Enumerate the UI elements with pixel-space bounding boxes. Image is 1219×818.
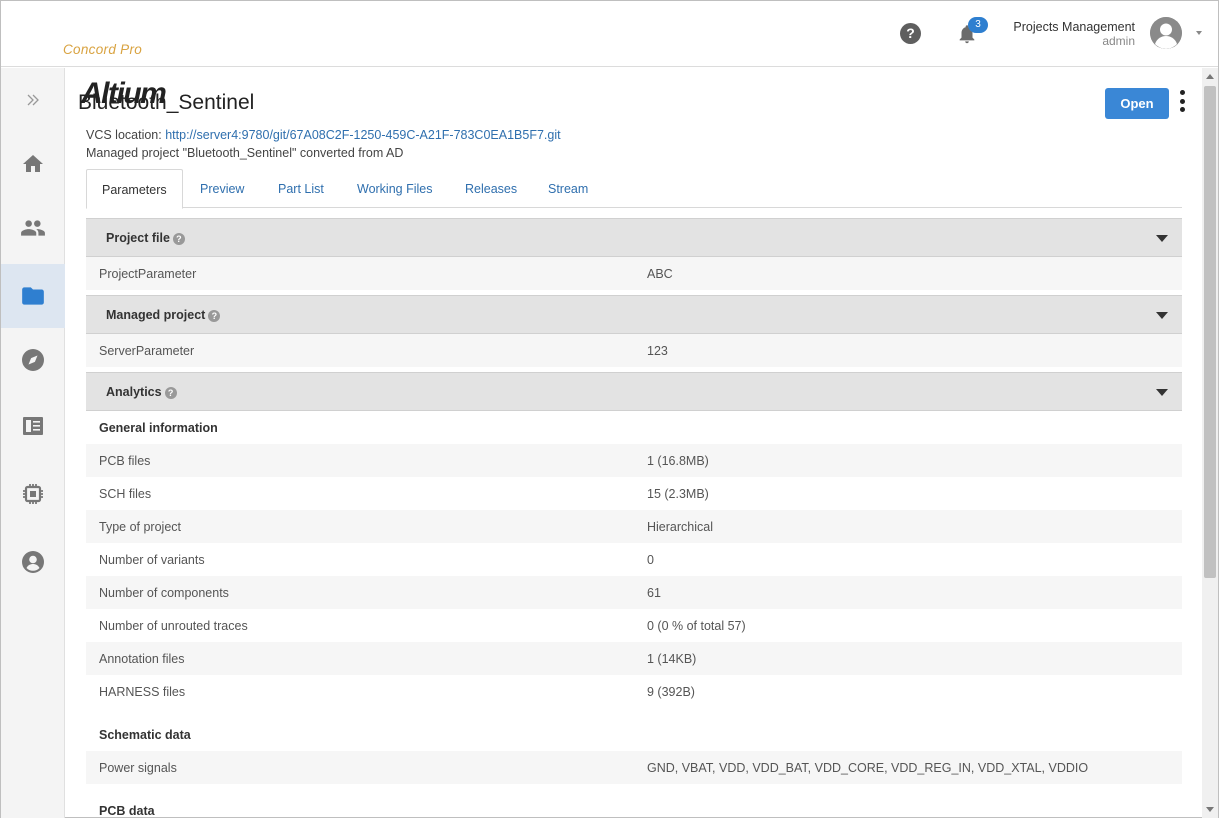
- user-menu[interactable]: Projects Management admin: [1013, 20, 1135, 48]
- table-row: PCB files 1 (16.8MB): [86, 444, 1182, 477]
- book-icon: [23, 417, 43, 435]
- users-icon: [21, 220, 45, 236]
- subsection-title-schematic: Schematic data: [99, 728, 191, 742]
- help-icon[interactable]: ?: [164, 387, 177, 399]
- param-key: Type of project: [99, 520, 181, 534]
- user-role: admin: [1102, 34, 1135, 48]
- project-tabs: Parameters Preview Part List Working Fil…: [86, 169, 1182, 209]
- param-key: PCB files: [99, 454, 151, 468]
- sidebar-item-projects[interactable]: [1, 264, 65, 328]
- scroll-up-arrow-icon[interactable]: [1206, 74, 1214, 79]
- vcs-label: VCS location:: [86, 128, 162, 142]
- table-row: Type of project Hierarchical: [86, 510, 1182, 543]
- section-title: Analytics: [106, 385, 162, 399]
- tab-preview[interactable]: Preview: [185, 169, 259, 208]
- param-value: 123: [647, 344, 668, 358]
- collapse-caret-icon[interactable]: [1156, 312, 1168, 319]
- main-content: Bluetooth_Sentinel Open VCS location: ht…: [66, 68, 1202, 818]
- sidebar-item-home[interactable]: [1, 132, 65, 196]
- folder-icon: [22, 287, 44, 305]
- user-menu-caret-icon[interactable]: [1196, 31, 1202, 35]
- param-value: 1 (16.8MB): [647, 454, 709, 468]
- sidebar: [1, 68, 65, 818]
- logo-sub-text: Concord Pro: [63, 42, 143, 57]
- param-key: ProjectParameter: [99, 267, 197, 281]
- notification-count-badge: 3: [968, 17, 988, 33]
- section-header-analytics[interactable]: Analytics?: [86, 372, 1182, 411]
- sidebar-item-users[interactable]: [1, 196, 65, 260]
- collapse-caret-icon[interactable]: [1156, 389, 1168, 396]
- table-row: SCH files 15 (2.3MB): [86, 477, 1182, 510]
- table-row: HARNESS files 9 (392B): [86, 675, 1182, 708]
- param-value: GND, VBAT, VDD, VDD_BAT, VDD_CORE, VDD_R…: [647, 761, 1089, 775]
- page-title: Bluetooth_Sentinel: [78, 91, 255, 114]
- sidebar-item-library[interactable]: [1, 394, 65, 458]
- param-value: 0: [647, 553, 654, 567]
- param-value: ABC: [647, 267, 673, 281]
- sidebar-item-components[interactable]: [1, 462, 65, 526]
- more-options-kebab-icon[interactable]: [1178, 90, 1186, 118]
- question-circle-icon[interactable]: ?: [900, 23, 921, 44]
- scroll-down-arrow-icon[interactable]: [1206, 807, 1214, 812]
- param-value: Hierarchical: [647, 520, 713, 534]
- table-row: Number of variants 0: [86, 543, 1182, 576]
- table-row: ProjectParameter ABC: [86, 257, 1182, 290]
- user-name: Projects Management: [1013, 20, 1135, 34]
- open-button[interactable]: Open: [1105, 88, 1169, 119]
- user-circle-icon: [22, 551, 44, 573]
- user-avatar-icon[interactable]: [1150, 17, 1182, 49]
- parameters-panel: Project file? ProjectParameter ABC Manag…: [86, 218, 1182, 818]
- project-note: Managed project "Bluetooth_Sentinel" con…: [86, 146, 404, 160]
- table-row: ServerParameter 123: [86, 334, 1182, 367]
- param-key: Number of components: [99, 586, 229, 600]
- tab-working-files[interactable]: Working Files: [342, 169, 447, 208]
- tab-part-list[interactable]: Part List: [263, 169, 339, 208]
- param-key: HARNESS files: [99, 685, 186, 699]
- vertical-scrollbar[interactable]: [1202, 68, 1218, 818]
- chip-icon: [23, 484, 43, 504]
- param-value: 0 (0 % of total 57): [647, 619, 746, 633]
- tab-parameters[interactable]: Parameters: [86, 169, 183, 209]
- param-value: 61: [647, 586, 661, 600]
- vcs-location: VCS location: http://server4:9780/git/67…: [86, 128, 561, 142]
- param-key: ServerParameter: [99, 344, 195, 358]
- param-key: Annotation files: [99, 652, 185, 666]
- help-icon[interactable]: ?: [172, 233, 185, 245]
- param-key: Number of variants: [99, 553, 205, 567]
- subsection-title-general: General information: [99, 421, 218, 435]
- param-value: 1 (14KB): [647, 652, 697, 666]
- section-title: Managed project: [106, 308, 206, 322]
- param-key: Number of unrouted traces: [99, 619, 248, 633]
- subsection-title-pcb: PCB data: [99, 804, 155, 818]
- sidebar-expand-button[interactable]: [1, 68, 65, 132]
- section-header-managed-project[interactable]: Managed project?: [86, 295, 1182, 334]
- tab-releases[interactable]: Releases: [450, 169, 532, 208]
- app-header: Altium Concord Pro ? 3 Projects Manageme…: [1, 1, 1218, 110]
- section-header-project-file[interactable]: Project file?: [86, 218, 1182, 257]
- collapse-caret-icon[interactable]: [1156, 235, 1168, 242]
- param-value: 15 (2.3MB): [647, 487, 709, 501]
- param-value: 9 (392B): [647, 685, 695, 699]
- home-icon: [23, 155, 43, 172]
- section-title: Project file: [106, 231, 170, 245]
- expand-chevrons-icon: [27, 94, 39, 106]
- sidebar-item-explore[interactable]: [1, 328, 65, 392]
- vcs-url-link[interactable]: http://server4:9780/git/67A08C2F-1250-45…: [165, 128, 560, 142]
- param-key: Power signals: [99, 761, 177, 775]
- sidebar-item-profile[interactable]: [1, 530, 65, 594]
- compass-icon: [22, 349, 44, 371]
- help-icon[interactable]: ?: [208, 310, 221, 322]
- table-row: Power signals GND, VBAT, VDD, VDD_BAT, VD…: [86, 751, 1182, 784]
- table-row: Number of unrouted traces 0 (0 % of total…: [86, 609, 1182, 642]
- table-row: Annotation files 1 (14KB): [86, 642, 1182, 675]
- scrollbar-thumb[interactable]: [1204, 86, 1216, 578]
- table-row: Number of components 61: [86, 576, 1182, 609]
- tab-stream[interactable]: Stream: [533, 169, 603, 208]
- param-key: SCH files: [99, 487, 152, 501]
